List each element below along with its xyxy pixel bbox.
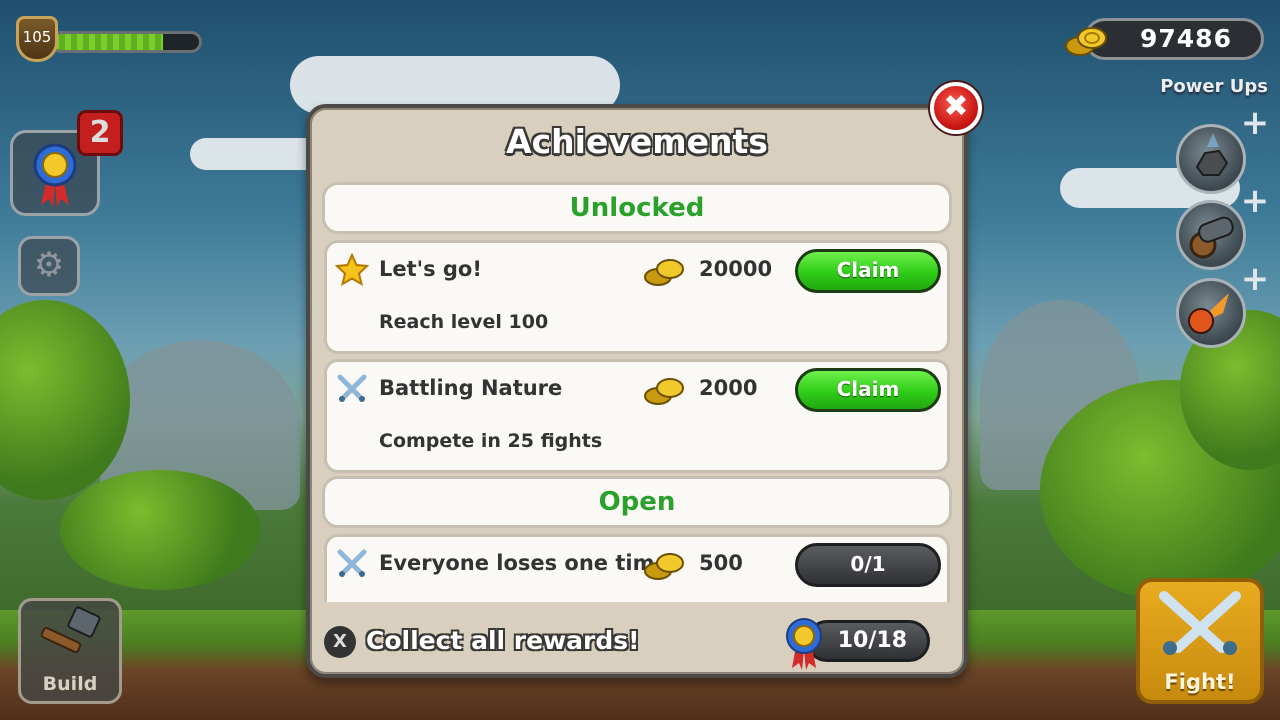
bush: [60, 470, 260, 590]
settings-button[interactable]: ⚙: [18, 236, 80, 296]
crossed-swords-icon: [335, 547, 369, 581]
crossed-swords-icon: [1159, 591, 1241, 655]
fight-button[interactable]: Fight!: [1136, 578, 1264, 704]
add-power-up-button[interactable]: +: [1240, 184, 1270, 218]
claim-button[interactable]: Claim: [795, 249, 941, 293]
power-up-meteor-rock[interactable]: [1176, 124, 1246, 194]
achievement-reward: 20000: [699, 257, 773, 281]
claim-button[interactable]: Claim: [795, 368, 941, 412]
collect-all-button-glyph[interactable]: X: [324, 626, 356, 658]
dialog-title: Achievements: [506, 122, 768, 161]
achievement-description: Reach level 100: [379, 311, 549, 333]
coin-stack-icon: [644, 553, 684, 580]
gear-icon: ⚙: [33, 245, 65, 285]
xp-progress-fill: [53, 34, 163, 50]
xp-progress-bar: [50, 31, 202, 53]
coin-stack-icon: [644, 378, 684, 405]
collect-all-rewards-label[interactable]: Collect all rewards!: [366, 626, 640, 655]
power-up-cannon[interactable]: [1176, 200, 1246, 270]
build-button[interactable]: Build: [18, 598, 122, 704]
coin-counter: 97486: [1084, 18, 1264, 60]
crossed-swords-icon: [335, 372, 369, 406]
rock-icon: [1195, 133, 1229, 176]
star-icon: [334, 252, 370, 287]
achievement-progress: 0/1: [795, 543, 941, 587]
achievement-card: Everyone loses one time 500 0/1: [324, 534, 950, 602]
close-button[interactable]: ✖: [930, 82, 982, 134]
achievement-notification-badge: 2: [77, 110, 123, 156]
achievement-card: Let's go! 20000 Claim Reach level 100: [324, 240, 950, 354]
achievements-list[interactable]: Unlocked Let's go! 20000 Claim Reach lev…: [320, 178, 956, 602]
achievement-title: Let's go!: [379, 257, 482, 281]
fight-label: Fight!: [1164, 670, 1236, 694]
coin-stack-icon: [1065, 27, 1107, 56]
player-level-shield: 105: [16, 16, 58, 62]
achievement-reward: 500: [699, 551, 743, 575]
power-ups-label: Power Ups: [1160, 76, 1268, 97]
achievement-title: Everyone loses one time: [379, 551, 669, 575]
cannon-icon: [1189, 216, 1234, 259]
achievement-description: Compete in 25 fights: [379, 430, 603, 452]
achievement-title: Battling Nature: [379, 376, 563, 400]
close-icon: ✖: [943, 89, 969, 124]
achievements-dialog: Achievements Unlocked Let's go! 20000 Cl…: [306, 104, 968, 678]
achievement-reward: 2000: [699, 376, 758, 400]
section-heading-unlocked: Unlocked: [322, 182, 952, 234]
coin-amount: 97486: [1140, 24, 1232, 53]
build-label: Build: [42, 673, 98, 695]
medal-icon: [786, 618, 822, 670]
coin-stack-icon: [644, 259, 684, 286]
player-level: 105: [22, 28, 52, 46]
add-power-up-button[interactable]: +: [1240, 106, 1270, 140]
power-up-fireball[interactable]: [1176, 278, 1246, 348]
achievement-card: Battling Nature 2000 Claim Compete in 25…: [324, 359, 950, 473]
hammer-icon: [40, 606, 101, 653]
fireball-icon: [1188, 293, 1229, 334]
section-heading-open: Open: [322, 476, 952, 528]
add-power-up-button[interactable]: +: [1240, 262, 1270, 296]
